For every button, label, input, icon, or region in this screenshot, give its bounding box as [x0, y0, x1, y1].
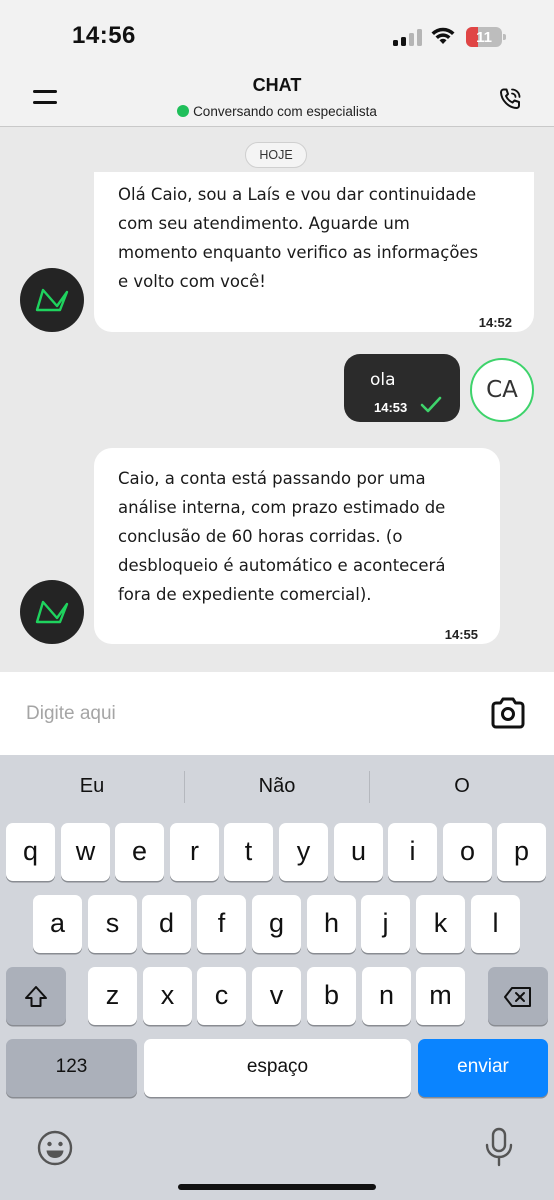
- key-t[interactable]: t: [224, 823, 273, 881]
- microphone-icon[interactable]: [484, 1127, 514, 1167]
- send-key[interactable]: enviar: [418, 1039, 548, 1097]
- backspace-key[interactable]: [488, 967, 548, 1025]
- key-o[interactable]: o: [443, 823, 492, 881]
- key-v[interactable]: v: [252, 967, 301, 1025]
- chat-messages-area[interactable]: HOJE Olá Caio, sou a Laís e vou dar cont…: [0, 128, 554, 672]
- key-s[interactable]: s: [88, 895, 137, 953]
- key-u[interactable]: u: [334, 823, 383, 881]
- suggestion-item[interactable]: Não: [185, 775, 369, 798]
- message-line: com seu atendimento. Aguarde um: [118, 214, 410, 233]
- key-l[interactable]: l: [471, 895, 520, 953]
- message-composer: [0, 672, 554, 755]
- incoming-message-bubble[interactable]: Caio, a conta está passando por uma anál…: [94, 448, 500, 644]
- key-d[interactable]: d: [142, 895, 191, 953]
- status-bar: 14:56 11: [0, 0, 554, 70]
- agent-avatar: [20, 580, 84, 644]
- message-line: Olá Caio, sou a Laís e vou dar continuid…: [118, 185, 477, 204]
- shift-arrow-icon: [25, 985, 47, 1007]
- date-badge: HOJE: [245, 142, 307, 168]
- key-f[interactable]: f: [197, 895, 246, 953]
- battery-percentage: 11: [476, 29, 492, 46]
- key-n[interactable]: n: [362, 967, 411, 1025]
- incoming-message-bubble[interactable]: Olá Caio, sou a Laís e vou dar continuid…: [94, 172, 534, 332]
- key-w[interactable]: w: [61, 823, 110, 881]
- outgoing-message-bubble[interactable]: ola 14:53: [344, 354, 460, 422]
- backspace-icon: [504, 986, 531, 1007]
- phone-call-icon[interactable]: [497, 86, 523, 112]
- message-time: 14:52: [478, 315, 512, 330]
- online-status-dot: [177, 105, 190, 117]
- key-m[interactable]: m: [416, 967, 465, 1025]
- message-input[interactable]: [26, 700, 446, 728]
- agent-logo-icon: [35, 600, 69, 624]
- message-line: Caio, a conta está passando por uma: [118, 469, 426, 488]
- camera-icon[interactable]: [490, 696, 526, 730]
- key-a[interactable]: a: [33, 895, 82, 953]
- key-b[interactable]: b: [307, 967, 356, 1025]
- message-time: 14:53: [374, 400, 408, 415]
- agent-status: Conversando com especialista: [0, 104, 554, 119]
- battery-icon: 11: [466, 27, 506, 47]
- key-q[interactable]: q: [6, 823, 55, 881]
- numbers-key[interactable]: 123: [6, 1039, 137, 1097]
- message-time: 14:55: [444, 627, 478, 642]
- suggestion-item[interactable]: Eu: [0, 775, 184, 798]
- message-line: e volto com você!: [118, 272, 266, 291]
- shift-key[interactable]: [6, 967, 66, 1025]
- key-j[interactable]: j: [361, 895, 410, 953]
- message-line: conclusão de 60 horas corridas. (o: [118, 527, 403, 546]
- chat-header: CHAT Conversando com especialista: [0, 70, 554, 127]
- message-line: análise interna, com prazo estimado de: [118, 498, 446, 517]
- user-avatar: CA: [470, 358, 534, 422]
- key-y[interactable]: y: [279, 823, 328, 881]
- agent-status-text: Conversando com especialista: [193, 104, 377, 119]
- agent-logo-icon: [35, 288, 69, 312]
- key-i[interactable]: i: [388, 823, 437, 881]
- message-text: Olá Caio, sou a Laís e vou dar continuid…: [118, 172, 510, 296]
- status-time: 14:56: [72, 22, 136, 49]
- key-x[interactable]: x: [143, 967, 192, 1025]
- key-k[interactable]: k: [416, 895, 465, 953]
- cellular-signal-icon: [393, 28, 423, 46]
- space-key[interactable]: espaço: [144, 1039, 411, 1097]
- key-g[interactable]: g: [252, 895, 301, 953]
- message-line: fora de expediente comercial).: [118, 585, 372, 604]
- wifi-icon: [431, 27, 455, 44]
- on-screen-keyboard: Eu Não O qwertyuiopasdfghjklzxcvbnm 123 …: [0, 755, 554, 1200]
- page-title: CHAT: [252, 75, 302, 95]
- key-c[interactable]: c: [197, 967, 246, 1025]
- key-p[interactable]: p: [497, 823, 546, 881]
- key-h[interactable]: h: [307, 895, 356, 953]
- message-text: Caio, a conta está passando por uma anál…: [118, 448, 476, 609]
- check-icon: [420, 396, 442, 413]
- message-line: desbloqueio é automático e acontecerá: [118, 556, 446, 575]
- suggestion-item[interactable]: O: [370, 775, 554, 798]
- message-line: momento enquanto verifico as informações: [118, 243, 479, 262]
- key-r[interactable]: r: [170, 823, 219, 881]
- key-z[interactable]: z: [88, 967, 137, 1025]
- suggestion-bar: Eu Não O: [0, 755, 554, 821]
- key-e[interactable]: e: [115, 823, 164, 881]
- message-text: ola: [370, 370, 396, 390]
- emoji-icon[interactable]: [36, 1129, 74, 1167]
- agent-avatar: [20, 268, 84, 332]
- home-indicator[interactable]: [178, 1184, 376, 1190]
